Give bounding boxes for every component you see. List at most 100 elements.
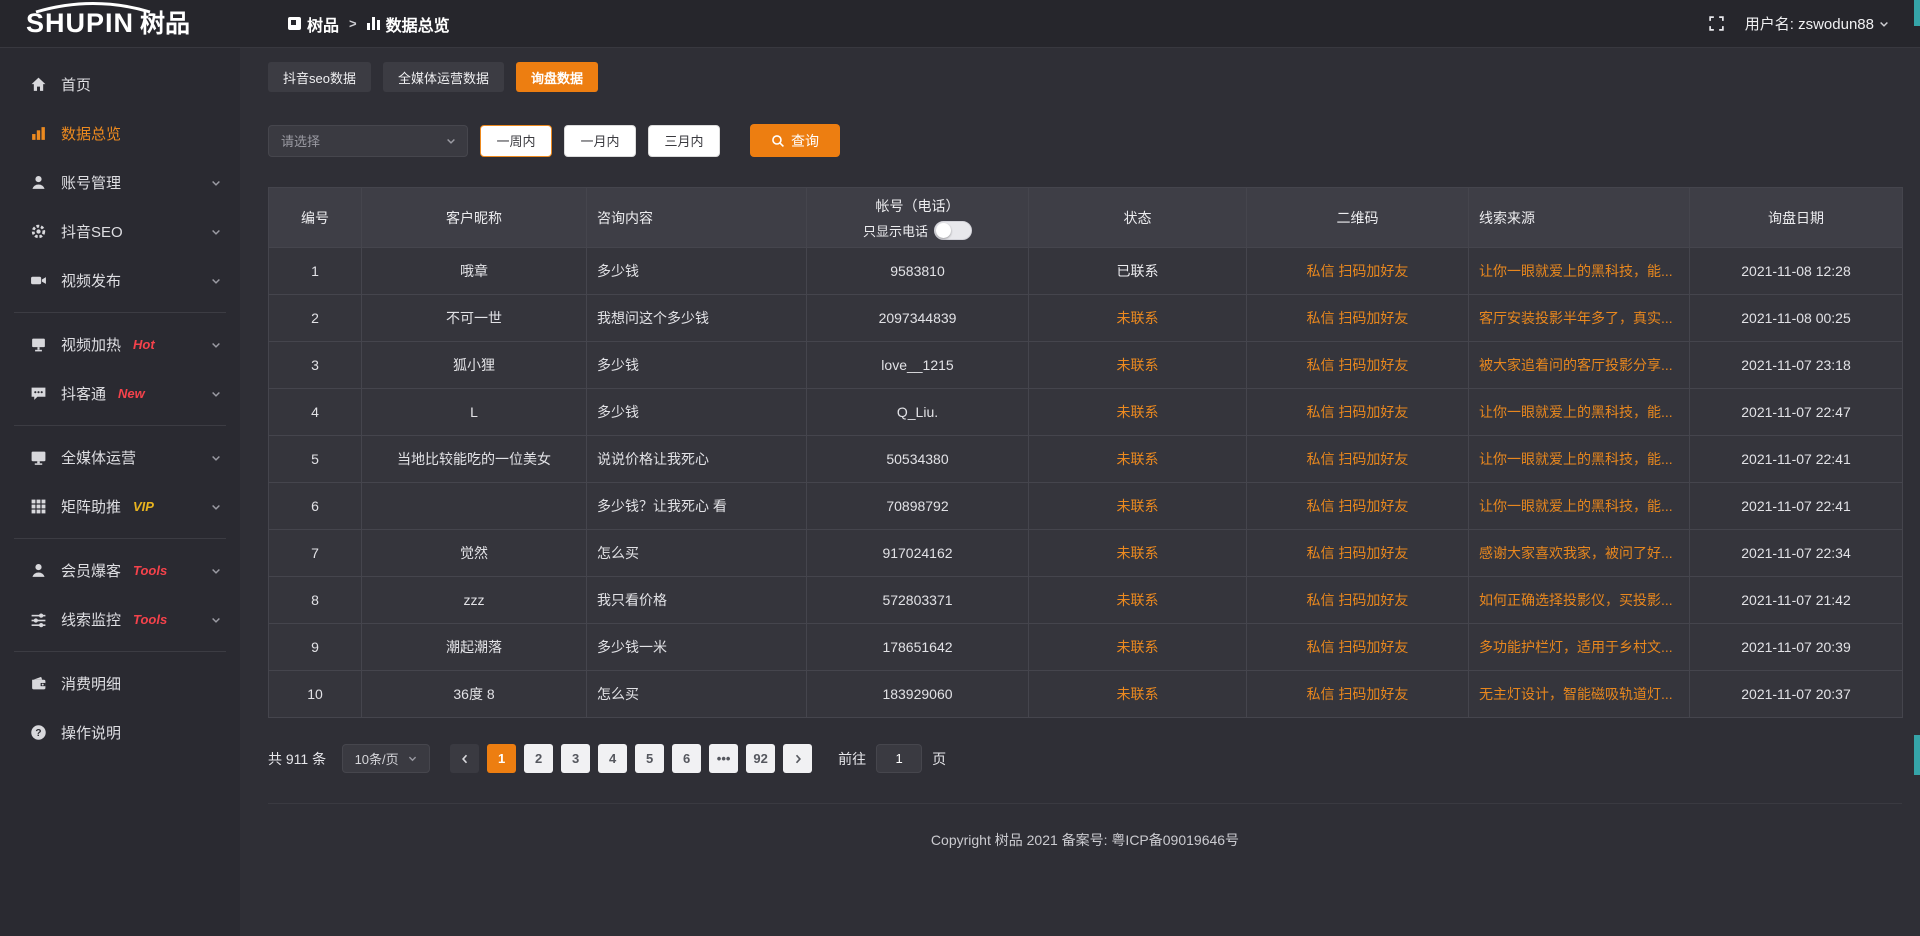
prev-page-button[interactable] bbox=[450, 744, 479, 773]
filter-select[interactable]: 请选择 bbox=[268, 125, 468, 157]
page-button[interactable]: 3 bbox=[561, 744, 590, 773]
cell-no: 7 bbox=[269, 530, 362, 577]
qr-friend-link[interactable]: 私信 扫码加好友 bbox=[1307, 451, 1409, 467]
wallet-icon bbox=[30, 675, 47, 692]
sidebar-item-spend-details[interactable]: 消费明细 bbox=[0, 659, 240, 708]
search-button[interactable]: 查询 bbox=[750, 124, 840, 157]
cell-source: 让你一眼就爱上的黑科技，能... bbox=[1469, 483, 1690, 530]
cell-no: 8 bbox=[269, 577, 362, 624]
lead-source-link[interactable]: 多功能护栏灯，适用于乡村文... bbox=[1479, 639, 1673, 655]
lead-source-link[interactable]: 让你一眼就爱上的黑科技，能... bbox=[1479, 404, 1673, 420]
cell-account: 178651642 bbox=[807, 624, 1029, 671]
next-page-button[interactable] bbox=[783, 744, 812, 773]
cell-qr: 私信 扫码加好友 bbox=[1247, 671, 1469, 718]
col-header-nickname: 客户昵称 bbox=[362, 188, 587, 248]
cell-nickname: 狐小狸 bbox=[362, 342, 587, 389]
qr-friend-link[interactable]: 私信 扫码加好友 bbox=[1307, 310, 1409, 326]
sidebar-item-douketong[interactable]: 抖客通 New bbox=[0, 369, 240, 418]
page-button[interactable]: 1 bbox=[487, 744, 516, 773]
user-icon bbox=[30, 174, 47, 191]
scrollbar-thumb-top[interactable] bbox=[1914, 0, 1920, 26]
cell-date: 2021-11-07 22:41 bbox=[1690, 436, 1903, 483]
sidebar-item-account-mgmt[interactable]: 账号管理 bbox=[0, 158, 240, 207]
page-size-select[interactable]: 10条/页 bbox=[342, 744, 430, 773]
qr-friend-link[interactable]: 私信 扫码加好友 bbox=[1307, 545, 1409, 561]
logo-arc-icon bbox=[28, 1, 158, 13]
cell-date: 2021-11-07 20:37 bbox=[1690, 671, 1903, 718]
breadcrumb-home[interactable]: 树品 bbox=[288, 12, 339, 36]
chevron-left-icon bbox=[459, 753, 471, 765]
sidebar-item-instructions[interactable]: ? 操作说明 bbox=[0, 708, 240, 757]
svg-text:?: ? bbox=[35, 728, 41, 739]
page-button[interactable]: 5 bbox=[635, 744, 664, 773]
username-label: 用户名: zswodun88 bbox=[1745, 13, 1874, 34]
qr-friend-link[interactable]: 私信 扫码加好友 bbox=[1307, 686, 1409, 702]
status-badge: 未联系 bbox=[1117, 639, 1159, 655]
qr-friend-link[interactable]: 私信 扫码加好友 bbox=[1307, 498, 1409, 514]
sidebar-item-matrix-boost[interactable]: 矩阵助推 VIP bbox=[0, 482, 240, 531]
breadcrumb: 树品 > 数据总览 bbox=[240, 12, 450, 36]
qr-friend-link[interactable]: 私信 扫码加好友 bbox=[1307, 357, 1409, 373]
cell-qr: 私信 扫码加好友 bbox=[1247, 248, 1469, 295]
cell-date: 2021-11-07 21:42 bbox=[1690, 577, 1903, 624]
page-button[interactable]: 6 bbox=[672, 744, 701, 773]
question-circle-icon: ? bbox=[30, 724, 47, 741]
sidebar-item-home[interactable]: 首页 bbox=[0, 60, 240, 109]
cell-nickname: 哦章 bbox=[362, 248, 587, 295]
tab-douyin-seo-data[interactable]: 抖音seo数据 bbox=[268, 62, 371, 92]
status-badge: 未联系 bbox=[1117, 310, 1159, 326]
period-month-button[interactable]: 一月内 bbox=[564, 125, 636, 157]
sidebar-item-douyin-seo[interactable]: 抖音SEO bbox=[0, 207, 240, 256]
period-quarter-button[interactable]: 三月内 bbox=[648, 125, 720, 157]
cell-no: 1 bbox=[269, 248, 362, 295]
page-button[interactable]: 4 bbox=[598, 744, 627, 773]
lead-source-link[interactable]: 如何正确选择投影仪，买投影... bbox=[1479, 592, 1673, 608]
phone-only-toggle[interactable] bbox=[934, 221, 972, 240]
sidebar-item-omni-media[interactable]: 全媒体运营 bbox=[0, 433, 240, 482]
lead-source-link[interactable]: 让你一眼就爱上的黑科技，能... bbox=[1479, 263, 1673, 279]
qr-friend-link[interactable]: 私信 扫码加好友 bbox=[1307, 263, 1409, 279]
page-button[interactable]: ••• bbox=[709, 744, 738, 773]
period-week-button[interactable]: 一周内 bbox=[480, 125, 552, 157]
cell-message: 多少钱 bbox=[587, 389, 807, 436]
scrollbar-thumb[interactable] bbox=[1914, 735, 1920, 775]
table-row: 1 哦章 多少钱 9583810 已联系 私信 扫码加好友 让你一眼就爱上的黑科… bbox=[269, 248, 1903, 295]
search-icon bbox=[771, 134, 785, 148]
cell-nickname: zzz bbox=[362, 577, 587, 624]
page-button[interactable]: 2 bbox=[524, 744, 553, 773]
sidebar-item-video-publish[interactable]: 视频发布 bbox=[0, 256, 240, 305]
lead-source-link[interactable]: 让你一眼就爱上的黑科技，能... bbox=[1479, 451, 1673, 467]
table-row: 6 多少钱？让我死心 看 70898792 未联系 私信 扫码加好友 让你一眼就… bbox=[269, 483, 1903, 530]
lead-source-link[interactable]: 无主灯设计，智能磁吸轨道灯... bbox=[1479, 686, 1673, 702]
lead-source-link[interactable]: 被大家追着问的客厅投影分享... bbox=[1479, 357, 1673, 373]
goto-suffix: 页 bbox=[932, 749, 946, 769]
copyright-text: Copyright 树品 2021 备案号: 粤ICP备09019646号 bbox=[931, 832, 1239, 848]
top-bar: SHUPIN 树品 树品 > 数据总览 用户名: zswodun88 bbox=[0, 0, 1920, 48]
cell-nickname: 潮起潮落 bbox=[362, 624, 587, 671]
filter-row: 请选择 一周内 一月内 三月内 查询 bbox=[268, 124, 1902, 157]
qr-friend-link[interactable]: 私信 扫码加好友 bbox=[1307, 592, 1409, 608]
fullscreen-icon[interactable] bbox=[1708, 15, 1725, 32]
monitor-icon bbox=[30, 449, 47, 466]
goto-page-input[interactable] bbox=[876, 744, 922, 773]
home-icon bbox=[30, 76, 47, 93]
lead-source-link[interactable]: 让你一眼就爱上的黑科技，能... bbox=[1479, 498, 1673, 514]
chevron-down-icon bbox=[1878, 18, 1890, 30]
tab-inquiry-data[interactable]: 询盘数据 bbox=[516, 62, 598, 92]
sidebar-divider bbox=[14, 312, 226, 313]
breadcrumb-current[interactable]: 数据总览 bbox=[367, 12, 450, 36]
user-menu[interactable]: 用户名: zswodun88 bbox=[1745, 13, 1890, 34]
sidebar-item-lead-monitor[interactable]: 线索监控 Tools bbox=[0, 595, 240, 644]
qr-friend-link[interactable]: 私信 扫码加好友 bbox=[1307, 404, 1409, 420]
sidebar-item-video-heat[interactable]: 视频加热 Hot bbox=[0, 320, 240, 369]
sidebar-item-member-burst[interactable]: 会员爆客 Tools bbox=[0, 546, 240, 595]
cell-source: 让你一眼就爱上的黑科技，能... bbox=[1469, 436, 1690, 483]
qr-friend-link[interactable]: 私信 扫码加好友 bbox=[1307, 639, 1409, 655]
sidebar-item-data-overview[interactable]: 数据总览 bbox=[0, 109, 240, 158]
lead-source-link[interactable]: 感谢大家喜欢我家，被问了好... bbox=[1479, 545, 1673, 561]
lead-source-link[interactable]: 客厅安装投影半年多了，真实... bbox=[1479, 310, 1673, 326]
gear-icon bbox=[30, 223, 47, 240]
cell-message: 我想问这个多少钱 bbox=[587, 295, 807, 342]
tab-omni-media-data[interactable]: 全媒体运营数据 bbox=[383, 62, 504, 92]
page-button[interactable]: 92 bbox=[746, 744, 775, 773]
